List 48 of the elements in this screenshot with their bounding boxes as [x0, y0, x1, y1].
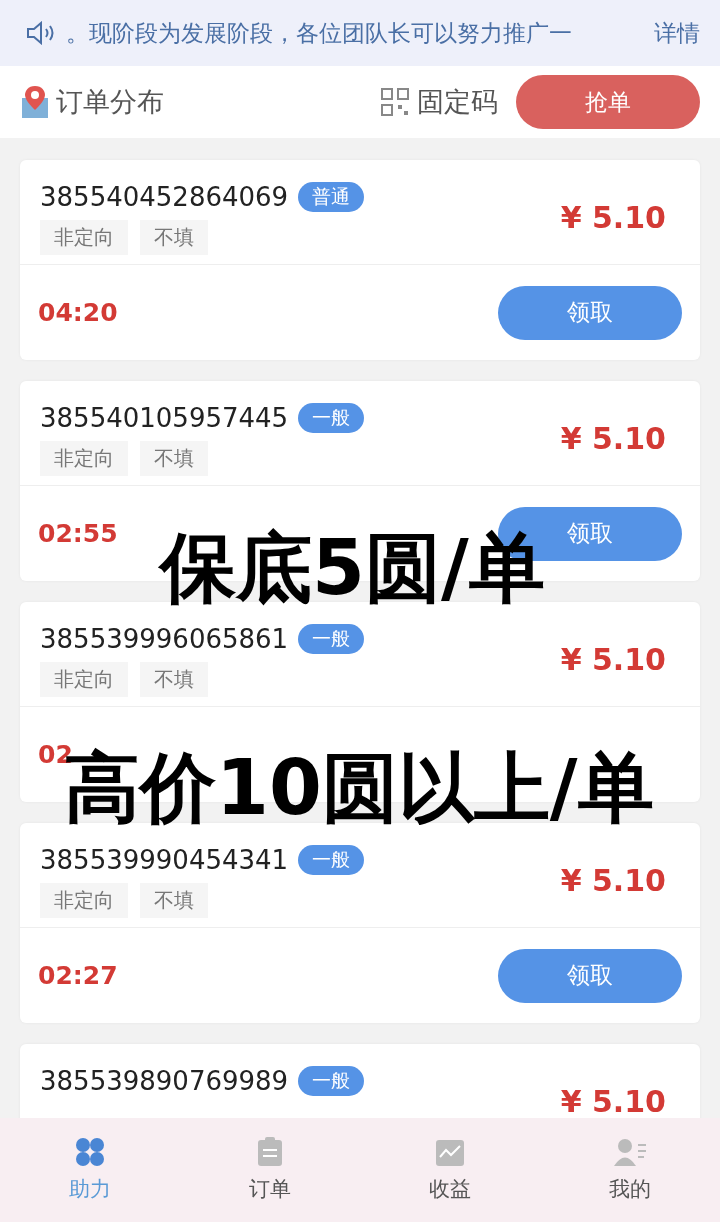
order-number: 385539890769989 [40, 1066, 289, 1096]
claim-button[interactable]: 领取 [498, 948, 682, 1003]
order-number: 385540452864069 [40, 182, 289, 212]
grid-icon [75, 1137, 105, 1167]
order-tag: 非定向 [40, 662, 128, 697]
order-price: ¥ 5.10 [560, 1084, 666, 1119]
order-number: 385539990454341 [40, 845, 289, 875]
priority-badge: 普通 [298, 182, 365, 212]
chart-icon [435, 1137, 465, 1167]
grab-order-button[interactable]: 抢单 [516, 75, 700, 129]
tab-label: 我的 [609, 1176, 651, 1203]
order-tag: 不填 [140, 662, 208, 697]
countdown-time: 02:55 [38, 519, 119, 548]
priority-badge: 一般 [298, 403, 365, 433]
clipboard-icon [257, 1137, 283, 1167]
tab-label: 收益 [429, 1176, 471, 1203]
order-price: ¥ 5.10 [560, 642, 666, 677]
order-tag: 不填 [140, 441, 208, 476]
order-price: ¥ 5.10 [560, 421, 666, 456]
speaker-icon [26, 21, 56, 45]
qr-code-icon [381, 88, 409, 116]
user-icon [614, 1137, 646, 1167]
tab-label: 订单 [249, 1176, 291, 1203]
order-price: ¥ 5.10 [560, 200, 666, 235]
order-price: ¥ 5.10 [560, 863, 666, 898]
order-tag: 不填 [140, 883, 208, 918]
order-tag: 不填 [140, 220, 208, 255]
countdown-time: 04:20 [38, 298, 119, 327]
fixed-code-label[interactable]: 固定码 [417, 84, 498, 120]
order-number: 385540105957445 [40, 403, 289, 433]
countdown-time: 02:27 [38, 961, 119, 990]
tab-bar-item[interactable]: 我的 [540, 1118, 720, 1222]
notice-text: 。现阶段为发展阶段，各位团队长可以努力推广一 [66, 18, 573, 48]
priority-badge: 一般 [298, 845, 365, 875]
order-tag: 非定向 [40, 441, 128, 476]
priority-badge: 一般 [298, 624, 365, 654]
tab-bar-item[interactable]: 订单 [180, 1118, 360, 1222]
tab-bar-item[interactable]: 助力 [0, 1118, 180, 1222]
order-number: 385539996065861 [40, 624, 289, 654]
order-tag: 非定向 [40, 220, 128, 255]
map-pin-icon [20, 84, 50, 120]
details-link[interactable]: 详情 [654, 17, 700, 49]
tab-bar-item[interactable]: 收益 [360, 1118, 540, 1222]
claim-button[interactable]: 领取 [498, 285, 682, 340]
priority-badge: 一般 [298, 1066, 365, 1096]
page-title: 订单分布 [56, 85, 165, 119]
order-tag: 非定向 [40, 883, 128, 918]
tab-label: 助力 [69, 1176, 111, 1203]
